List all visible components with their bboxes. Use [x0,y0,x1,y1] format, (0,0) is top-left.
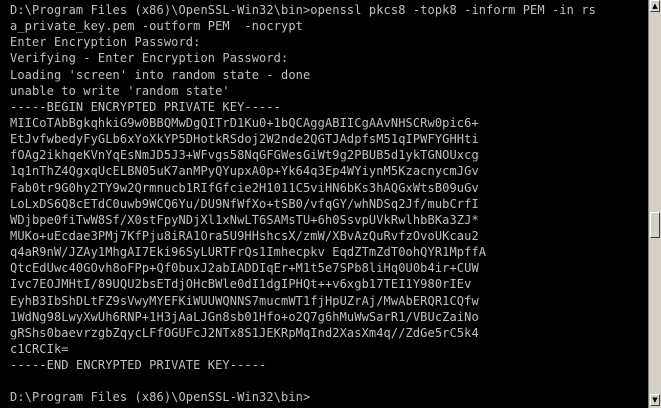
console-line: LoLxDS6Q8cETdC0uwb9WCQ6Yu/DU9NfWfXo+tSB0… [10,196,479,211]
command-prompt-window: D:\Program Files (x86)\OpenSSL-Win32\bin… [0,0,661,408]
scrollbar-thumb[interactable] [650,212,660,238]
scroll-up-button[interactable]: ▲ [650,0,660,12]
console-line: unable to write 'random state' [10,83,230,98]
console-line: gRShs0baevrzgbZqycLFfOGUFcJ2NTx8S1JEKRpM… [10,325,479,340]
console-line: fOAg2ikhqeKVnYqEsNmJD5J3+WFvgs58NqGFGWes… [10,148,479,163]
console-line: Verifying - Enter Encryption Password: [10,51,289,66]
console-line: q4aR9nW/JZAy1MhgAI7Eki96SyLURTFrQs1Imhec… [10,245,487,260]
console-line: a_private_key.pem -outform PEM -nocrypt [10,19,303,34]
console-line: QtcEdUwc40GOvh8oFPp+Qf0buxJ2abIADDIqEr+M… [10,261,479,276]
console-line: -----BEGIN ENCRYPTED PRIVATE KEY----- [10,99,282,114]
console-line: Loading 'screen' into random state - don… [10,67,311,82]
scroll-down-button[interactable]: ▼ [650,394,660,406]
vertical-scrollbar[interactable]: ▲ ▼ [648,0,661,408]
console-output: D:\Program Files (x86)\OpenSSL-Win32\bin… [10,2,596,406]
console-output-area[interactable]: D:\Program Files (x86)\OpenSSL-Win32\bin… [0,0,648,408]
console-line: EyhB3IbShDLtFZ9sVwyMYEFKiWUUWQNNS7mucmWT… [10,293,479,308]
console-line: 1WdNg98LwyXwUh6RNP+1H3jAaLJGn8sb01Hfo+o2… [10,309,479,324]
console-line: MUKo+uEcdae3PMj7KfPju8iRA1Ora5U9HHshcsX/… [10,228,479,243]
console-line: MIICoTAbBgkqhkiG9w0BBQMwDgQITrD1Ku0+1bQC… [10,115,479,130]
console-line: -----END ENCRYPTED PRIVATE KEY----- [10,358,267,373]
console-line: c1CRCIk= [10,341,69,356]
console-line: Fab0tr9G0hy2TY9w2Qrmnucb1RIfGfcie2H1011C… [10,180,479,195]
console-line: Ivc7EOJMHtI/89UQU2bsETdjOHcBWle0dI1dgIPH… [10,277,472,292]
triangle-down-icon: ▼ [652,396,658,404]
triangle-up-icon: ▲ [652,2,658,10]
console-line: D:\Program Files (x86)\OpenSSL-Win32\bin… [10,3,596,17]
console-line: WDjbpe0fiTwW8Sf/X0stFpyNDjXl1xNwLT6SAMsT… [10,212,479,227]
console-line: D:\Program Files (x86)\OpenSSL-Win32\bin… [10,390,311,405]
console-line: 1q1nThZ4QgxqUcELBN05uK7anMPyQYupxA0p+Yk6… [10,164,479,179]
console-line: Enter Encryption Password: [10,35,201,50]
console-line: EtJvfwbedyFyGLb6xYoXkYP5DHotkRSdoj2W2nde… [10,132,479,147]
